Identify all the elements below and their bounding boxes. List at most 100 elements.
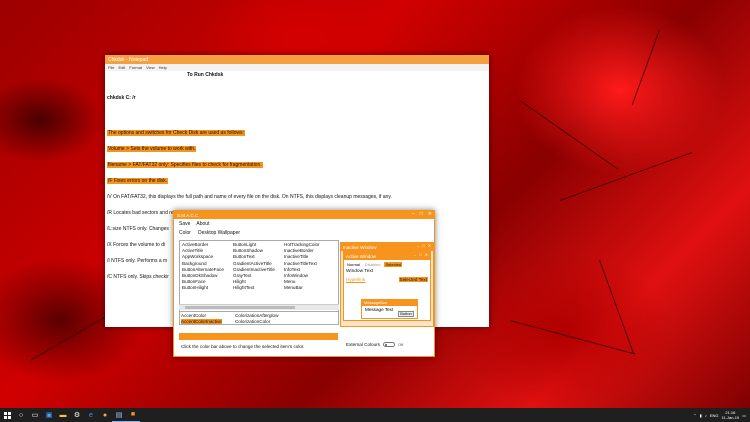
smacc-window[interactable]: S.M.A.C.C. – □ ✕ Save About Color Deskto… [173,210,435,357]
menu-format[interactable]: Format [129,65,142,70]
search-button[interactable]: ○ [14,408,28,422]
smacc-title: S.M.A.C.C. [177,212,200,218]
state-selected: Selected [384,262,403,267]
language-indicator[interactable]: ENG [710,413,719,418]
tab-desktop-wallpaper[interactable]: Desktop Wallpaper [198,230,240,236]
accent-item[interactable]: AccentColor [181,313,206,318]
color-item[interactable]: ButtonHilight [181,285,224,291]
active-title: Active Window [346,253,377,259]
external-colours-label: External Colours [346,342,380,347]
taskbar: ○ ▭ ▣ ▬ ⚙ e ● ▤ ■ ⌃ ▮ ♪ ENG 21:16 11-Jan… [0,408,750,422]
task-view-icon: ▭ [31,412,39,419]
notepad-title-bar[interactable]: Chkdsk - Notepad [105,55,489,64]
scrollbar-thumb[interactable] [185,306,295,309]
close-icon: ✕ [427,243,431,248]
color-item[interactable]: MenuBar [283,285,320,291]
selected-text-line: Volume > Sets the volume to work with. [107,146,197,152]
minimize-icon: – [416,243,420,248]
color-item-list[interactable]: ActiveBorder ActiveTitle AppWorkspace Ba… [179,240,339,312]
wallpaper-crack [599,260,635,355]
smacc-tabs: Color Desktop Wallpaper [174,228,434,237]
text-line: /C NTFS only. Skips checkir [107,274,169,280]
selected-text-line: filename > FAT/FAT32 only: Specifies fil… [107,162,263,168]
accent-color-list[interactable]: AccentColor ColorizationAfterglow Accent… [179,311,339,325]
notepad-icon: ▤ [115,411,123,419]
smacc-menu-bar: Save About [174,219,434,228]
link-row: Hyperlink Selected Text [344,274,430,285]
wallpaper-crack [631,29,660,106]
about-menu[interactable]: About [196,221,209,227]
color-item[interactable]: HilightText [232,285,275,291]
smacc-title-bar[interactable]: S.M.A.C.C. – □ ✕ [174,211,434,219]
state-disabled: Disabled [364,262,381,267]
tab-color[interactable]: Color [179,230,191,236]
selected-text-line: The options and switches for Check Disk … [107,130,245,136]
active-title-bar: Active Window – □ ✕ [344,252,430,260]
maximize-icon[interactable]: □ [420,211,423,217]
menu-state-row: Normal Disabled Selected [344,260,430,269]
text-line: /V On FAT/FAT32, this displays the full … [107,194,392,200]
tray-up-arrow-icon[interactable]: ⌃ [693,413,696,418]
preview-panel: Inactive Window – □ ✕ Active Window – □ … [340,239,434,347]
color-hint: Click the color bar above to change the … [181,344,305,349]
network-icon[interactable]: ▮ [700,413,702,418]
color-bar[interactable] [179,333,338,340]
task-view-button[interactable]: ▭ [28,408,42,422]
close-icon: ✕ [424,252,428,257]
text-line: /I NTFS only. Performs a m [107,258,168,264]
volume-icon[interactable]: ♪ [705,413,707,418]
state-normal: Normal [347,262,360,267]
maximize-icon: □ [419,252,422,257]
notifications-icon[interactable]: ▭ [742,413,746,418]
taskbar-app[interactable]: ⚙ [70,408,84,422]
clock-date: 11-Jan-19 [721,415,740,420]
windows-icon [3,411,11,419]
settings-icon: ⚙ [73,412,81,419]
text-line: To Run Chkdsk [187,72,224,78]
menu-file[interactable]: File [108,65,114,70]
save-menu[interactable]: Save [179,221,190,227]
folder-icon: ▬ [59,411,67,419]
store-icon: ▣ [45,412,53,419]
selected-text: Selected Text [398,277,428,282]
search-icon: ○ [18,411,24,419]
accent-item-selected[interactable]: AccentColorInactive [181,319,222,324]
start-button[interactable] [0,408,14,422]
preview-button: Button [398,311,414,317]
menu-help[interactable]: Help [159,65,167,70]
smacc-icon: ■ [130,411,136,418]
minimize-icon[interactable]: – [412,211,415,217]
taskbar-app[interactable]: ● [98,408,112,422]
edge-icon: e [89,411,93,419]
taskbar-app-smacc[interactable]: ■ [126,408,140,422]
menu-view[interactable]: View [146,65,155,70]
clock[interactable]: 21:16 11-Jan-19 [722,410,740,420]
horizontal-scrollbar[interactable] [179,304,339,310]
system-tray: ⌃ ▮ ♪ ENG 21:16 11-Jan-19 ▭ [693,408,746,422]
notepad-menu-bar: File Edit Format View Help [105,64,489,71]
active-window-preview: Active Window – □ ✕ Normal Disabled Sele… [343,251,431,321]
close-icon[interactable]: ✕ [428,211,432,217]
minimize-icon: – [413,252,417,257]
text-line: /L:size NTFS only. Changes [107,226,169,232]
menu-edit[interactable]: Edit [118,65,125,70]
external-colours-toggle[interactable] [382,342,395,347]
accent-item[interactable]: ColorizationColor [235,319,270,324]
taskbar-app[interactable]: e [84,408,98,422]
maximize-icon: □ [422,243,425,248]
notepad-title: Chkdsk - Notepad [108,56,149,63]
accent-item[interactable]: ColorizationAfterglow [235,313,278,318]
messagebox-title: MessageBox [362,300,417,306]
taskbar-app-notepad[interactable]: ▤ [112,408,126,422]
hyperlink: Hyperlink [346,277,366,282]
wallpaper-crack [519,100,619,170]
external-colours-row: External Colours Off [346,342,403,347]
wallpaper-crack [509,320,636,355]
text-line: /X Forces the volume to di [107,242,166,248]
selected-text-line: /F Fixes errors on the disk. [107,178,169,184]
taskbar-app[interactable]: ▬ [56,408,70,422]
messagebox-preview: MessageBox Message Text Button [361,299,418,319]
toggle-state: Off [397,342,404,347]
taskbar-app[interactable]: ▣ [42,408,56,422]
inactive-title-bar: Inactive Window – □ ✕ [341,243,433,251]
